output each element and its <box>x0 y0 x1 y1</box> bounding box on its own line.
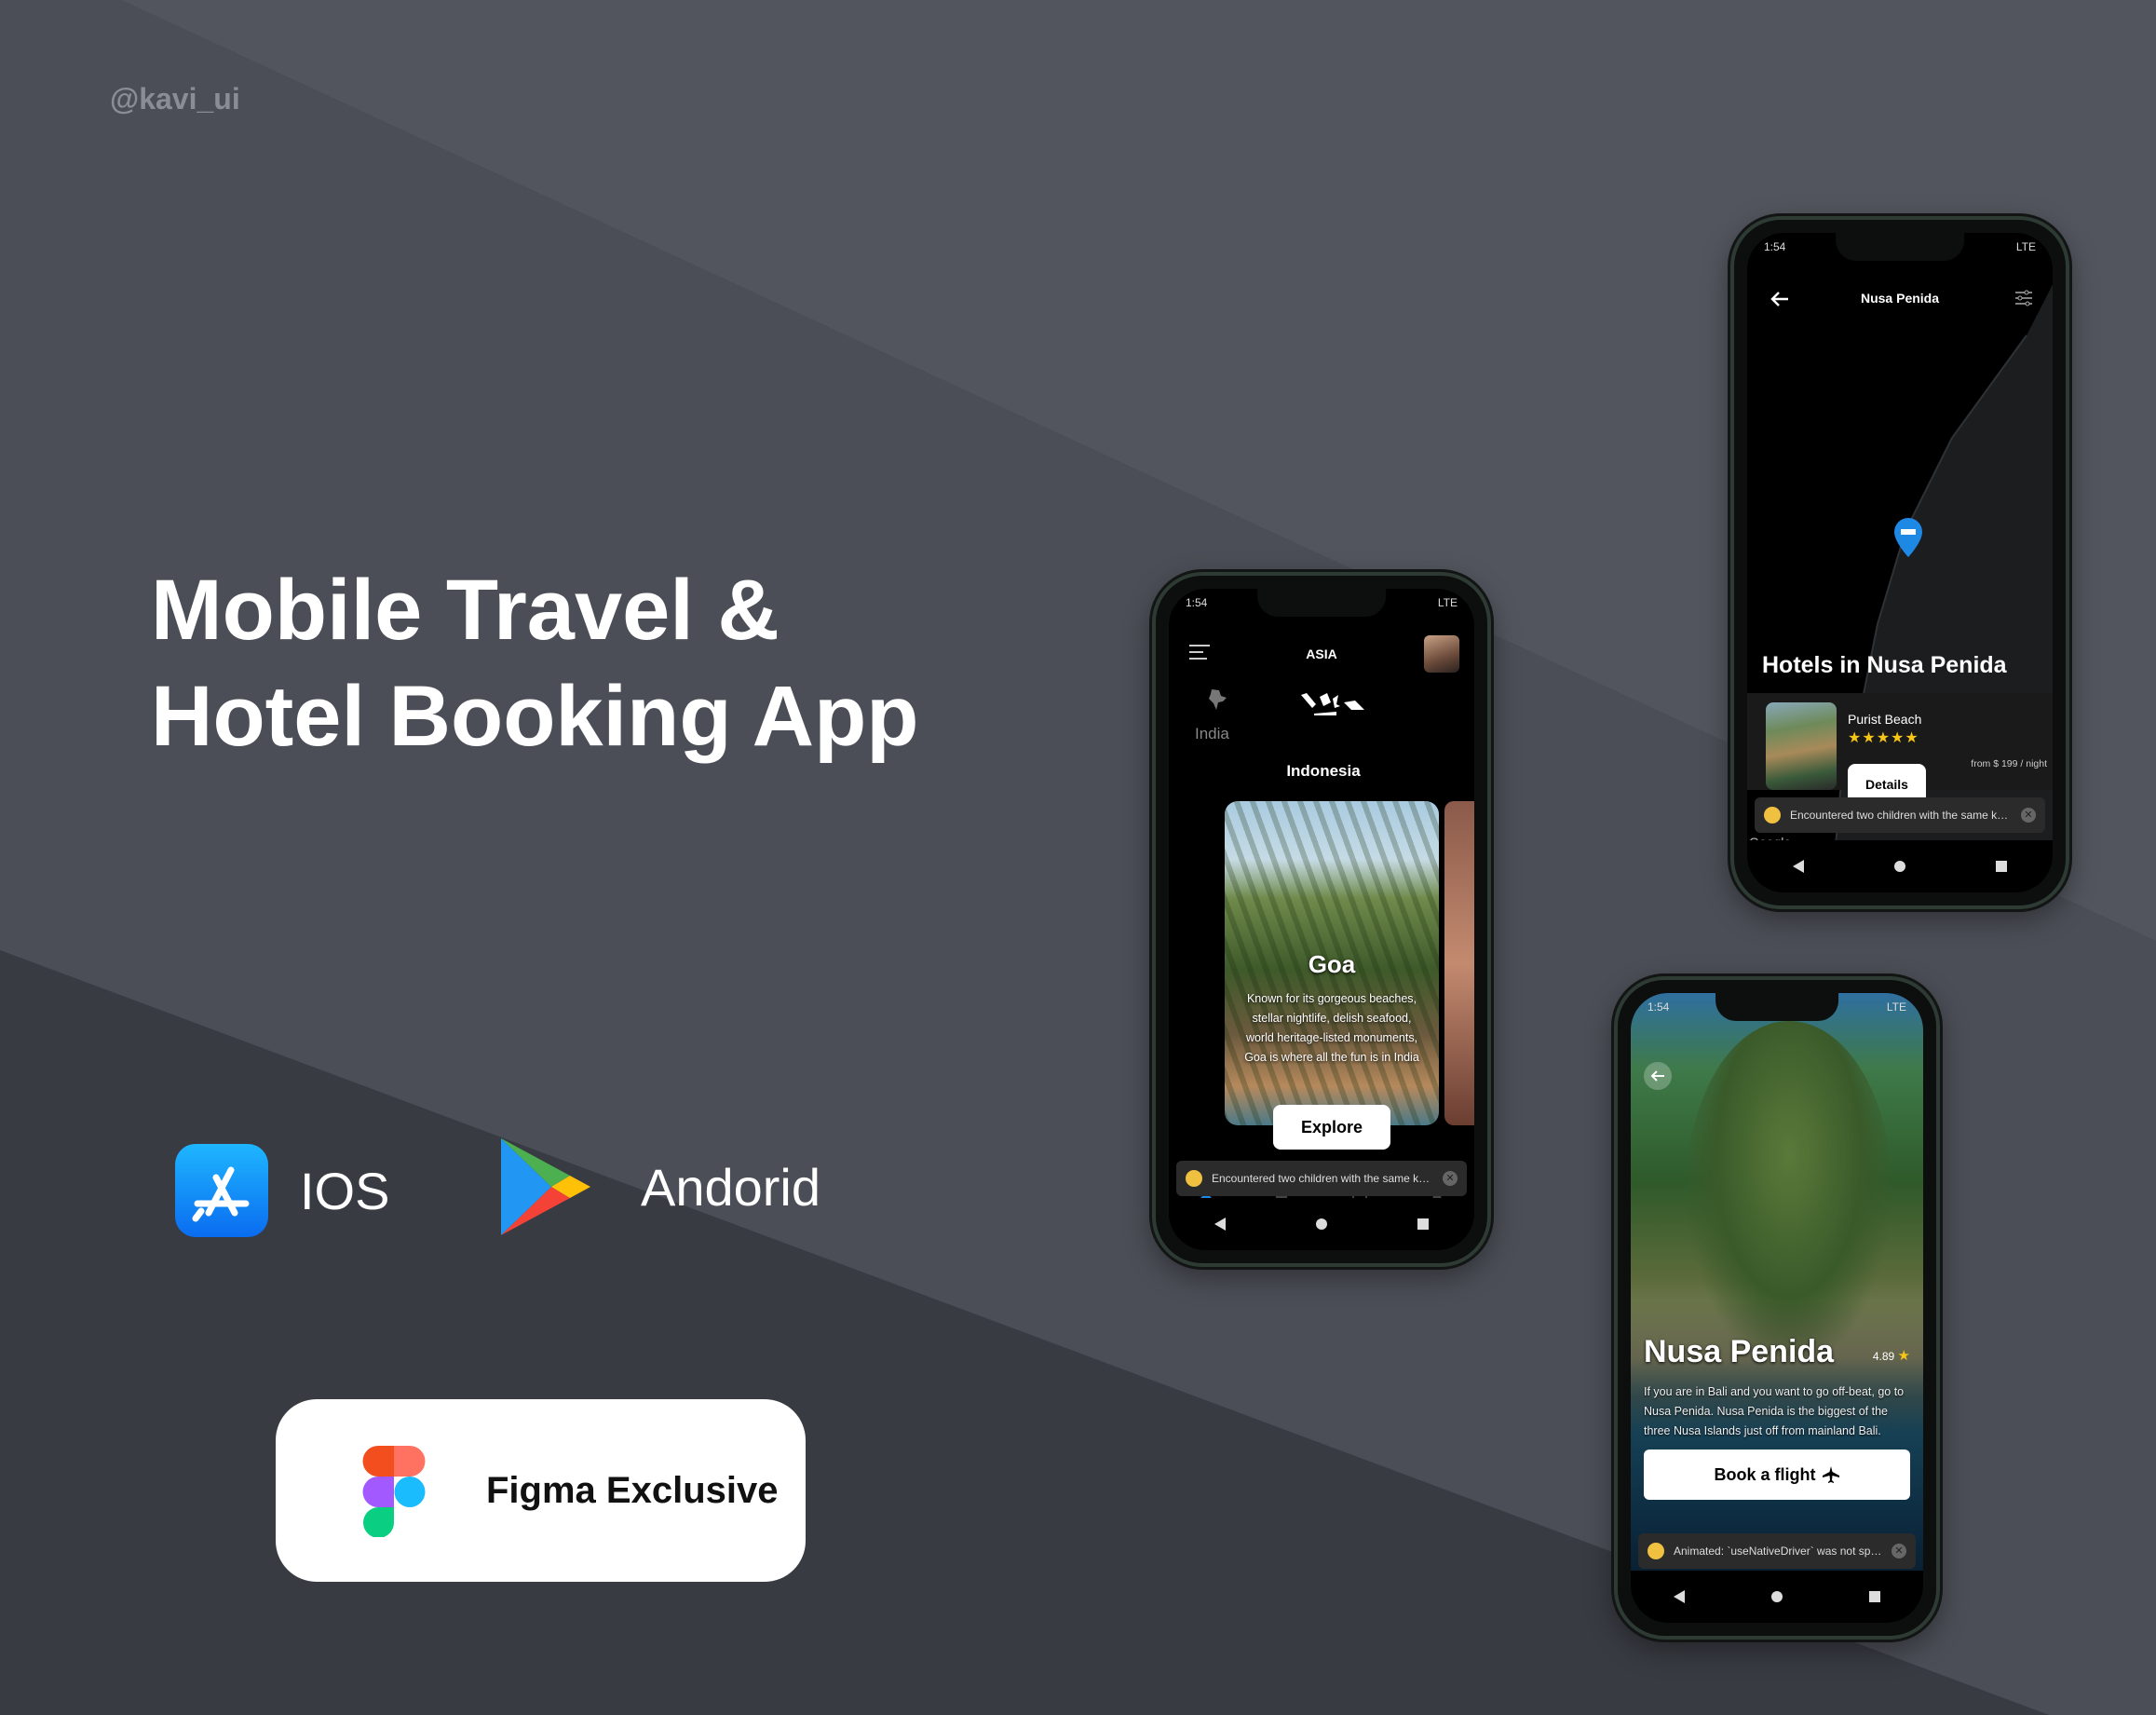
home-nav-icon[interactable] <box>1312 1215 1331 1233</box>
card-title: Goa <box>1308 950 1356 978</box>
android-nav-bar <box>1747 840 2053 892</box>
warning-icon <box>1648 1543 1664 1559</box>
warning-icon <box>1764 807 1781 823</box>
android-nav-bar <box>1169 1198 1474 1250</box>
hotel-thumbnail <box>1766 702 1837 790</box>
hotel-rating-stars: ★★★★★ <box>1848 730 1919 746</box>
back-nav-icon[interactable] <box>1670 1587 1688 1606</box>
explore-button[interactable]: Explore <box>1273 1105 1390 1150</box>
android-label: Andorid <box>641 1157 821 1217</box>
ios-label: IOS <box>300 1161 390 1220</box>
app-store-icon <box>175 1144 268 1237</box>
back-nav-icon[interactable] <box>1789 857 1808 876</box>
country-indonesia[interactable]: Indonesia <box>1171 762 1474 781</box>
back-arrow-icon <box>1650 1070 1664 1082</box>
section-title: Hotels in Nusa Penida <box>1762 652 2007 678</box>
home-nav-icon[interactable] <box>1891 857 1909 876</box>
android-platform: Andorid <box>497 1137 820 1237</box>
status-time: 1:54 <box>1764 240 1786 253</box>
google-play-icon <box>501 1138 590 1235</box>
details-button[interactable]: Details <box>1848 764 1926 797</box>
hotel-card[interactable]: Purist Beach ★★★★★ Details from $ 199 / … <box>1747 693 2053 797</box>
star-icon: ★ <box>1897 1348 1910 1364</box>
recents-nav-icon[interactable] <box>1992 857 2011 876</box>
page-title: Mobile Travel & Hotel Booking App <box>151 557 919 769</box>
title-line-1: Mobile Travel & <box>151 563 780 658</box>
status-time: 1:54 <box>1186 596 1208 609</box>
destination-card[interactable]: Goa Known for its gorgeous beaches, stel… <box>1225 801 1439 1125</box>
phone-map-screen: 1:54 LTE Nusa Penida Hotels in Nusa Peni… <box>1730 216 2069 909</box>
hotel-price: from $ 199 / night <box>1971 758 2047 769</box>
warning-toast[interactable]: Encountered two children with the same k… <box>1176 1161 1467 1196</box>
warning-text: Encountered two children with the same k… <box>1790 809 2014 822</box>
status-bar: 1:54 LTE <box>1764 240 2036 253</box>
recents-nav-icon[interactable] <box>1865 1587 1884 1606</box>
status-time: 1:54 <box>1648 1000 1670 1014</box>
ios-platform: IOS <box>175 1144 389 1237</box>
next-card-peek[interactable] <box>1444 801 1474 1125</box>
title-line-2: Hotel Booking App <box>151 669 919 764</box>
status-network: LTE <box>1437 596 1458 609</box>
warning-icon <box>1186 1170 1202 1187</box>
book-flight-button[interactable]: Book a flight <box>1644 1450 1910 1500</box>
back-nav-icon[interactable] <box>1211 1215 1229 1233</box>
status-network: LTE <box>1886 1000 1906 1014</box>
author-handle: @kavi_ui <box>110 82 240 116</box>
rating-value: 4.89 <box>1872 1350 1895 1363</box>
dismiss-icon[interactable]: ✕ <box>1892 1544 1906 1558</box>
avatar[interactable] <box>1424 635 1459 673</box>
phone-detail-screen: 1:54 LTE Nusa Penida 4.89 ★ If you are i… <box>1614 976 1940 1640</box>
warning-toast[interactable]: Encountered two children with the same k… <box>1755 797 2045 833</box>
warning-toast[interactable]: Animated: `useNativeDriver` was not spec… <box>1638 1533 1916 1569</box>
filter-icon[interactable] <box>2014 289 2034 307</box>
destination-description: If you are in Bali and you want to go of… <box>1644 1385 1905 1437</box>
india-map-icon[interactable] <box>1204 687 1228 712</box>
dismiss-icon[interactable]: ✕ <box>2021 808 2036 823</box>
hotel-name: Purist Beach <box>1848 712 1922 727</box>
phone-explore-screen: 1:54 LTE ASIA India Indonesia Goa Known … <box>1152 572 1491 1267</box>
book-flight-label: Book a flight <box>1714 1464 1816 1484</box>
home-nav-icon[interactable] <box>1768 1587 1786 1606</box>
rating: 4.89 ★ <box>1873 1347 1910 1364</box>
destination-title: Nusa Penida <box>1644 1334 1835 1369</box>
status-network: LTE <box>2015 240 2036 253</box>
card-description: Known for its gorgeous beaches, stellar … <box>1244 992 1419 1064</box>
android-nav-bar <box>1631 1571 1923 1623</box>
badge-label: Figma Exclusive <box>486 1469 779 1511</box>
status-bar: 1:54 LTE <box>1648 1000 1906 1014</box>
recents-nav-icon[interactable] <box>1414 1215 1432 1233</box>
indonesia-map-icon[interactable] <box>1299 689 1366 719</box>
status-bar: 1:54 LTE <box>1186 596 1458 609</box>
back-button[interactable] <box>1644 1062 1672 1090</box>
warning-text: Animated: `useNativeDriver` was not spec… <box>1674 1545 1884 1558</box>
airplane-icon <box>1822 1466 1839 1483</box>
warning-text: Encountered two children with the same k… <box>1212 1172 1435 1185</box>
dismiss-icon[interactable]: ✕ <box>1443 1171 1458 1186</box>
map-title: Nusa Penida <box>1860 291 1940 306</box>
hotel-location-pin-icon[interactable] <box>1894 518 1922 557</box>
figma-exclusive-badge: Figma Exclusive <box>276 1399 806 1582</box>
country-india[interactable]: India <box>1195 725 1229 743</box>
figma-icon <box>362 1446 426 1537</box>
